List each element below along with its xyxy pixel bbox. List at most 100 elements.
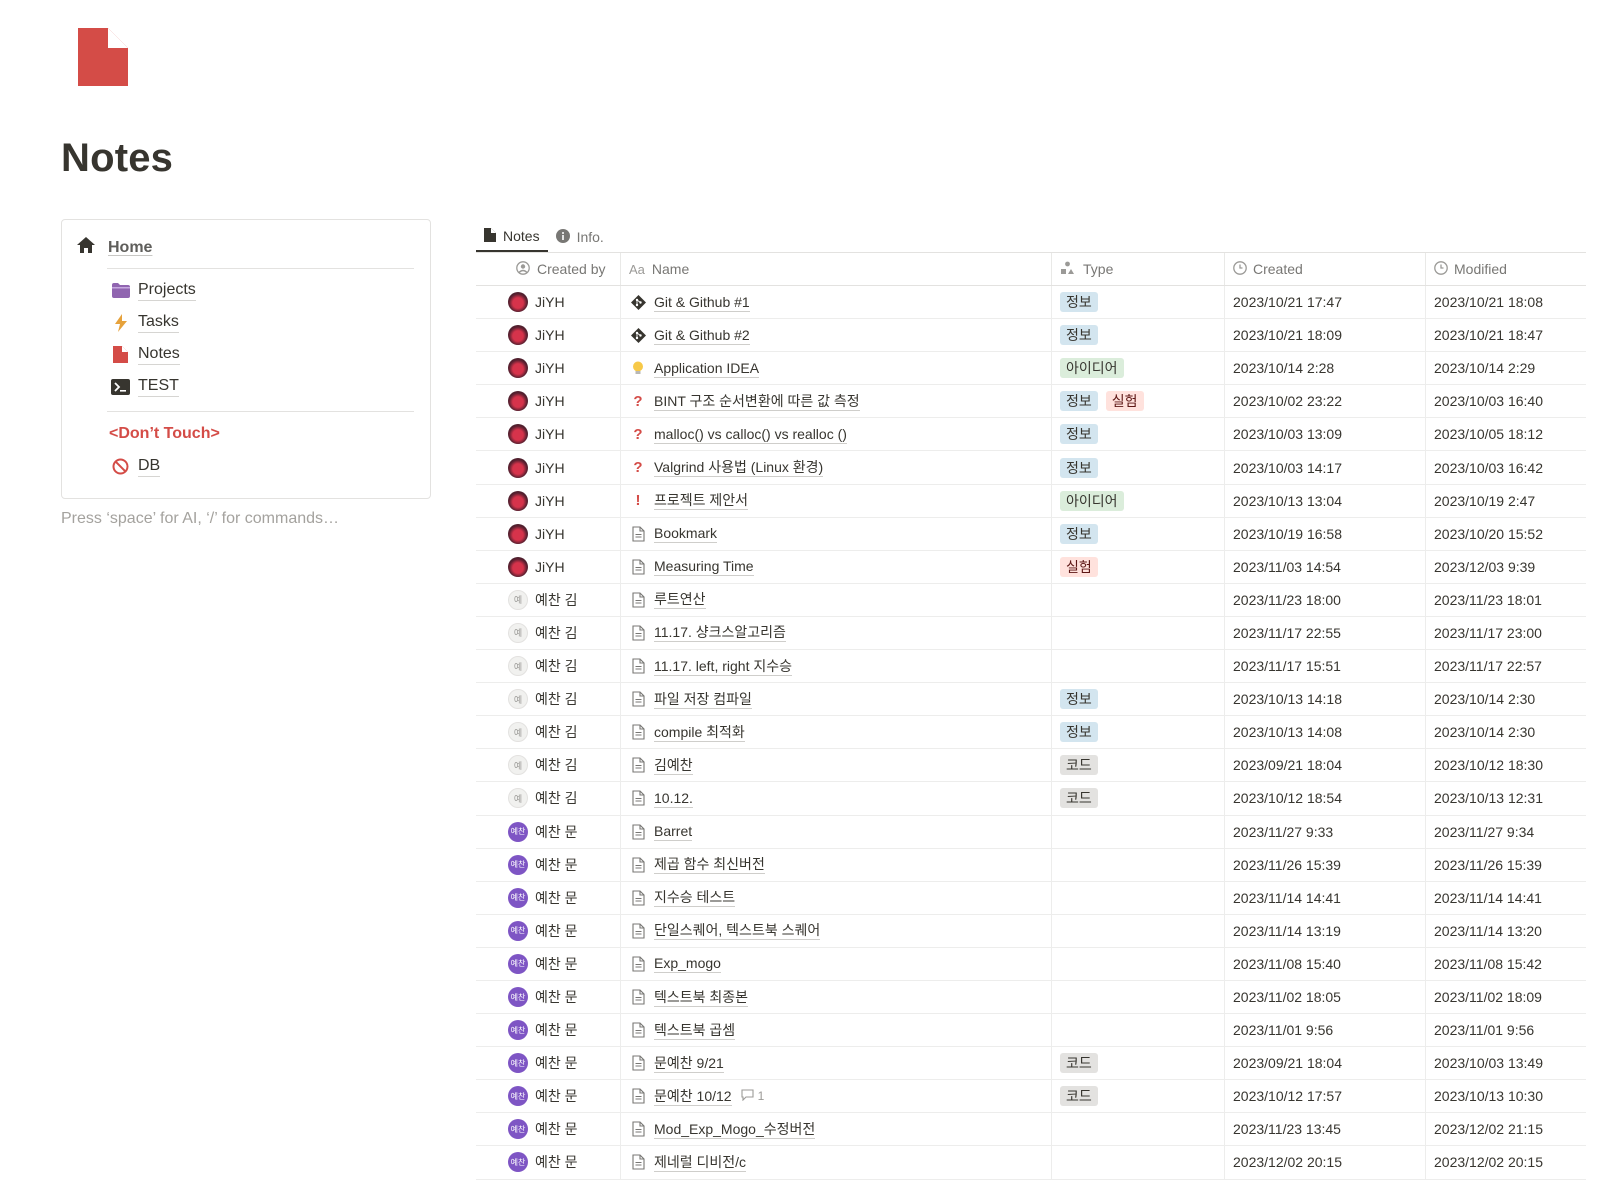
page-link[interactable]: Mod_Exp_Mogo_수정버전 [654,1120,816,1139]
name-cell[interactable]: 10.12. [620,782,1051,815]
table-row[interactable]: 예 예찬 김 11.17. 샹크스알고리즘 2023/11/17 22:55 2023/… [476,616,1586,651]
table-row[interactable]: 예 예찬 김 compile 최적화 정보 2023/10/13 14:08 2023/1… [476,716,1586,750]
page-link[interactable]: 11.17. 샹크스알고리즘 [654,623,786,643]
table-row[interactable]: 예 예찬 김 루트연산 2023/11/23 18:00 2023/11/23 18:0… [476,583,1586,617]
table-row[interactable]: JiYH? malloc() vs calloc() vs realloc () 정… [476,418,1586,452]
page-link[interactable]: 파일 저장 컴파일 [654,690,752,709]
table-row[interactable]: JiYH Bookmark 정보 2023/10/19 16:58 2023/10/20… [476,517,1586,551]
name-cell[interactable]: 문예찬 9/21 [620,1047,1051,1080]
page-link[interactable]: 지수승 테스트 [654,888,736,908]
page-link[interactable]: Valgrind 사용법 (Linux 환경) [654,458,824,478]
name-cell[interactable]: 텍스트북 곱셈 [620,1014,1051,1047]
type-cell[interactable]: 정보 [1051,517,1224,550]
type-cell[interactable]: 코드 [1051,782,1224,815]
table-row[interactable]: 예찬 예찬 문 제곱 함수 최신버전 2023/11/26 15:39 2023/11/… [476,848,1586,882]
type-cell[interactable]: 정보 [1051,451,1224,484]
type-cell[interactable] [1051,881,1224,914]
name-cell[interactable]: 김예찬 [620,749,1051,782]
page-link[interactable]: 루트연산 [654,590,706,610]
type-cell[interactable]: 코드 [1051,749,1224,782]
table-row[interactable]: 예찬 예찬 문 텍스트북 곱셈 2023/11/01 9:56 2023/11/01 9… [476,1014,1586,1048]
name-cell[interactable]: 제곱 함수 최신버전 [620,848,1051,881]
table-row[interactable]: JiYH Git & Github #2 정보 2023/10/21 18:09 202… [476,319,1586,353]
name-cell[interactable]: Exp_mogo [620,947,1051,980]
empty-block-placeholder[interactable]: Press ‘space’ for AI, ‘/’ for commands… [61,510,339,528]
page-link[interactable]: 제곱 함수 최신버전 [654,855,765,875]
name-cell[interactable]: ? malloc() vs calloc() vs realloc () [620,418,1051,451]
name-cell[interactable]: 11.17. 샹크스알고리즘 [620,616,1051,650]
table-row[interactable]: 예찬 예찬 문 텍스트북 최종본 2023/11/02 18:05 2023/11/02… [476,980,1586,1015]
name-cell[interactable]: 루트연산 [620,583,1051,616]
nav-item-tasks[interactable]: Tasks [111,312,179,333]
table-row[interactable]: 예찬 예찬 문 제네럴 디비전/c 2023/12/02 20:15 2023/12/0… [476,1146,1586,1180]
type-cell[interactable] [1051,1146,1224,1179]
name-cell[interactable]: ! 프로젝트 제안서 [620,484,1051,517]
type-cell[interactable]: 정보 실험 [1051,385,1224,418]
type-cell[interactable]: 코드 [1051,1080,1224,1113]
page-link[interactable]: 11.17. left, right 지수승 [654,657,792,676]
table-row[interactable]: 예 예찬 김 파일 저장 컴파일 정보 2023/10/13 14:18 2023/10… [476,683,1586,717]
type-cell[interactable] [1051,980,1224,1014]
name-cell[interactable]: 단일스퀘어, 텍스트북 스퀘어 [620,914,1051,947]
page-link[interactable]: BINT 구조 순서변환에 따른 값 측정 [654,392,860,411]
name-cell[interactable]: ? Valgrind 사용법 (Linux 환경) [620,451,1051,484]
table-row[interactable]: 예찬 예찬 문 문예찬 9/21 코드 2023/09/21 18:04 2023/10/… [476,1047,1586,1081]
page-link[interactable]: Exp_mogo [654,954,721,974]
name-cell[interactable]: Bookmark [620,517,1051,550]
table-row[interactable]: 예찬 예찬 문 Mod_Exp_Mogo_수정버전 2023/11/23 13:45 2… [476,1113,1586,1147]
column-header-type[interactable]: Type [1051,253,1224,285]
column-header-modified[interactable]: Modified [1425,253,1586,285]
table-row[interactable]: 예찬 예찬 문 문예찬 10/12 1 코드 2023/10/12 17:57 2023/1… [476,1080,1586,1114]
page-title[interactable]: Notes [61,136,173,181]
name-cell[interactable]: compile 최적화 [620,716,1051,749]
name-cell[interactable]: 텍스트북 최종본 [620,980,1051,1014]
table-row[interactable]: 예찬 예찬 문 Exp_mogo 2023/11/08 15:40 2023/11/08… [476,947,1586,981]
name-cell[interactable]: 파일 저장 컴파일 [620,683,1051,716]
type-cell[interactable]: 코드 [1051,1047,1224,1080]
table-row[interactable]: JiYH! 프로젝트 제안서 아이디어 2023/10/13 13:04 2023/10… [476,484,1586,518]
page-link[interactable]: Barret [654,822,693,842]
nav-item-db[interactable]: DB [111,456,161,477]
home-link[interactable]: Home [76,236,152,259]
page-link[interactable]: Bookmark [654,524,718,544]
name-cell[interactable]: 제네럴 디비전/c [620,1146,1051,1179]
type-cell[interactable] [1051,914,1224,947]
type-cell[interactable]: 정보 [1051,683,1224,716]
nav-item-projects[interactable]: Projects [111,280,196,301]
type-cell[interactable] [1051,583,1224,616]
page-link[interactable]: Application IDEA [654,359,760,378]
type-cell[interactable]: 아이디어 [1051,484,1224,517]
name-cell[interactable]: 문예찬 10/12 1 [620,1080,1051,1113]
comment-count[interactable]: 1 [741,1089,764,1104]
name-cell[interactable]: 11.17. left, right 지수승 [620,650,1051,683]
name-cell[interactable]: 지수승 테스트 [620,881,1051,914]
nav-item-notes[interactable]: Notes [111,344,180,365]
type-cell[interactable] [1051,815,1224,848]
name-cell[interactable]: Barret [620,815,1051,848]
page-link[interactable]: 문예찬 10/12 [654,1087,732,1106]
type-cell[interactable]: 실험 [1051,550,1224,583]
type-cell[interactable]: 정보 [1051,418,1224,451]
table-row[interactable]: JiYH? BINT 구조 순서변환에 따른 값 측정 정보 실험 2023/10/02… [476,385,1586,419]
table-row[interactable]: 예 예찬 김 10.12. 코드 2023/10/12 18:54 2023/10/13 … [476,782,1586,816]
type-cell[interactable]: 정보 [1051,286,1224,319]
name-cell[interactable]: Mod_Exp_Mogo_수정버전 [620,1113,1051,1146]
page-link[interactable]: 단일스퀘어, 텍스트북 스퀘어 [654,921,821,941]
page-link[interactable]: 문예찬 9/21 [654,1054,724,1073]
tab-notes[interactable]: Notes [476,222,548,252]
table-row[interactable]: JiYH Git & Github #1 정보 2023/10/21 17:47 202… [476,286,1586,320]
tab-info[interactable]: Info. [548,222,612,252]
page-link[interactable]: 텍스트북 최종본 [654,988,749,1007]
page-link[interactable]: Git & Github #1 [654,293,750,312]
table-row[interactable]: JiYH Application IDEA 아이디어 2023/10/14 2:28 2… [476,352,1586,386]
table-row[interactable]: 예 예찬 김 11.17. left, right 지수승 2023/11/17 15… [476,650,1586,684]
type-cell[interactable] [1051,1113,1224,1146]
page-link[interactable]: malloc() vs calloc() vs realloc () [654,425,847,444]
table-row[interactable]: JiYH? Valgrind 사용법 (Linux 환경) 정보 2023/10/03… [476,451,1586,485]
type-cell[interactable] [1051,947,1224,980]
type-cell[interactable] [1051,1014,1224,1047]
page-link[interactable]: 김예찬 [654,756,693,775]
name-cell[interactable]: Measuring Time [620,550,1051,583]
nav-item-test[interactable]: TEST [111,376,179,397]
page-link[interactable]: compile 최적화 [654,723,745,742]
